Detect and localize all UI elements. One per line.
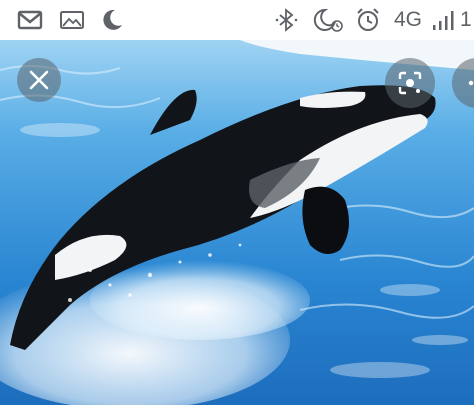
status-bar: 4G 1 (0, 0, 474, 40)
night-mode-icon (103, 9, 122, 30)
bottom-strip (0, 405, 474, 419)
status-trailing-text: 1 (460, 8, 472, 31)
image-viewer[interactable] (0, 40, 474, 405)
more-options-icon (468, 80, 474, 86)
lens-search-icon (398, 71, 422, 95)
close-button[interactable] (17, 58, 61, 102)
network-type-label: 4G (394, 8, 423, 31)
gallery-icon (60, 11, 84, 29)
gmail-icon (17, 10, 43, 30)
lens-search-button[interactable] (385, 58, 435, 108)
alarm-clock-icon (357, 8, 379, 31)
bluetooth-icon (275, 8, 298, 32)
do-not-disturb-alarm-icon (313, 8, 343, 32)
signal-bars-icon (433, 11, 454, 30)
close-icon (29, 70, 49, 90)
